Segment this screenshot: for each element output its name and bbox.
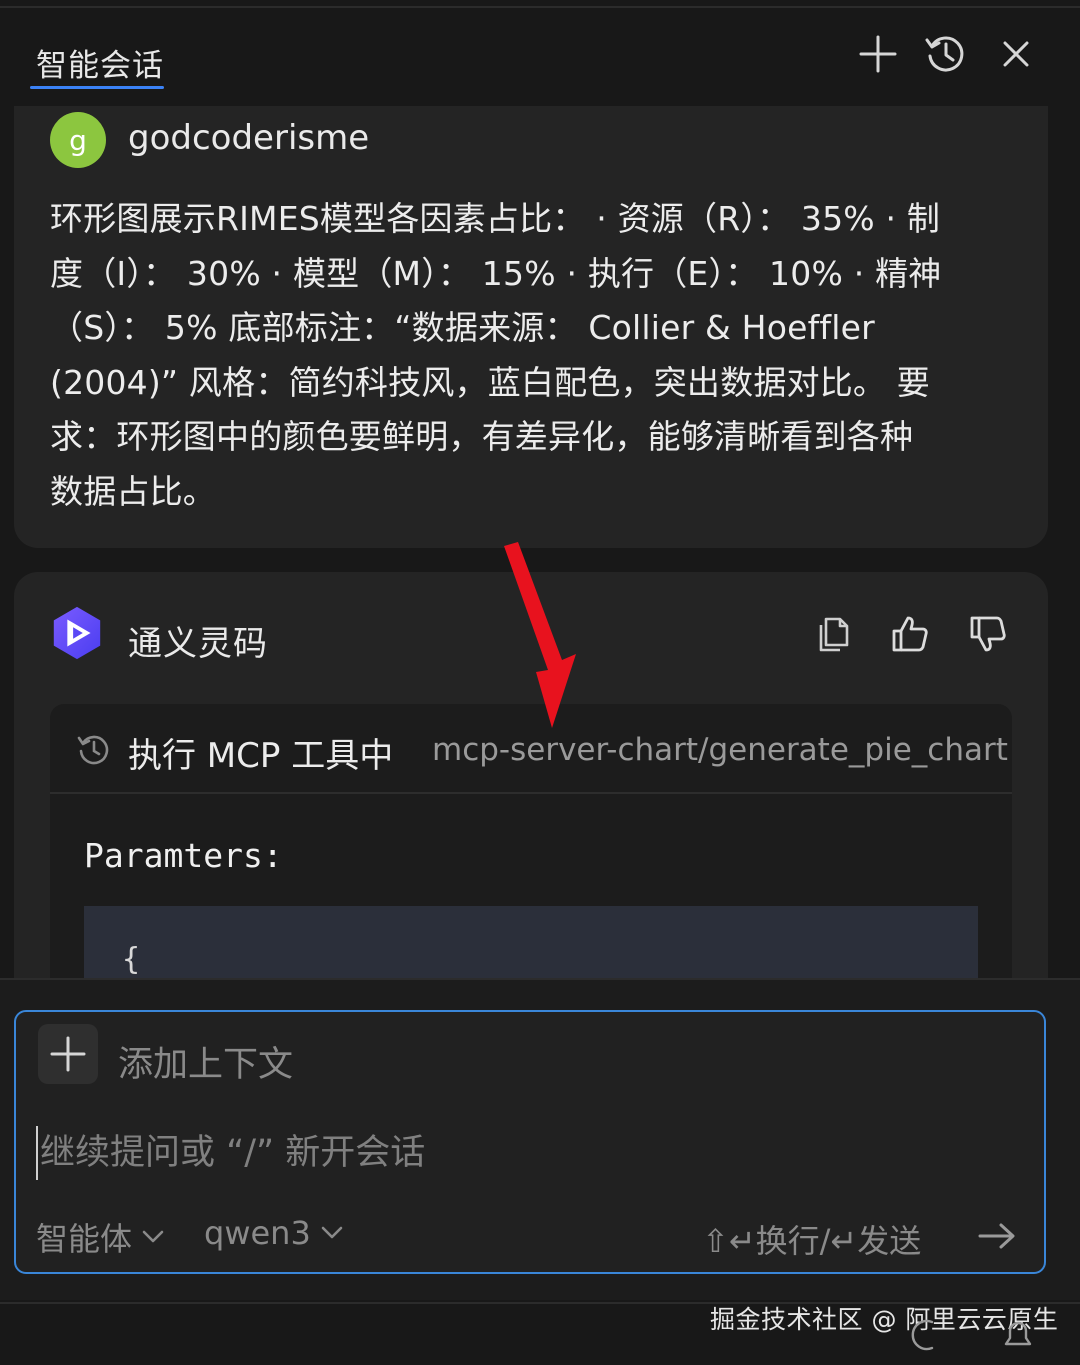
close-icon [1003,41,1029,67]
arrow-right-icon [978,1223,1015,1249]
new-chat-button[interactable] [856,32,900,76]
model-selector-label: qwen3 [204,1214,311,1252]
prompt-input[interactable] [36,1126,1016,1180]
user-message-text: 环形图展示RIMES模型各因素占比： · 资源（R）： 35% · 制 度（I）… [50,192,1020,519]
params-title: Paramters: [84,836,283,875]
panel-header: 智能会话 [0,8,1080,106]
copy-icon [819,617,849,652]
chat-input-panel: 添加上下文 智能体 qwen3 ⇧↵换行/↵发送 [0,980,1080,1300]
add-context-button[interactable] [38,1024,98,1084]
message-line: 环形图展示RIMES模型各因素占比： · 资源（R）： 35% · 制 [50,199,941,238]
send-button[interactable] [974,1214,1020,1258]
model-selector[interactable]: qwen3 [204,1214,343,1252]
tongyi-lingma-logo-icon [53,606,101,660]
history-button[interactable] [924,32,968,76]
message-line: 求：环形图中的颜色要鲜明，有差异化，能够清晰看到各种 [50,417,914,456]
close-button[interactable] [994,32,1038,76]
message-line: （S）： 5% 底部标注：“数据来源： Collier & Hoeffler [50,308,875,347]
running-history-icon [77,735,109,765]
keyboard-hint: ⇧↵换行/↵发送 [702,1222,922,1260]
chevron-down-icon [142,1230,164,1243]
add-context-label[interactable]: 添加上下文 [118,1036,293,1087]
tool-status-label: 执行 MCP 工具中 [128,736,394,776]
user-name: godcoderisme [128,118,370,158]
chevron-down-icon [321,1226,343,1239]
avatar: g [50,112,106,168]
plus-icon [50,1036,86,1072]
assistant-name: 通义灵码 [128,624,268,664]
chat-input-box: 添加上下文 智能体 qwen3 ⇧↵换行/↵发送 [14,1010,1046,1274]
status-ghost-icon [911,1319,934,1351]
thumbs-down-button[interactable] [966,612,1010,656]
code-text: { [122,942,141,977]
bell-icon [1004,1321,1032,1346]
plus-icon [859,35,897,73]
tab-active-indicator [30,86,164,89]
tool-call-panel: 执行 MCP 工具中 mcp-server-chart/generate_pie… [50,704,1012,992]
message-line: 度（I）： 30% · 模型（M）： 15% · 执行（E）： 10% · 精神 [50,253,942,293]
thumbs-up-button[interactable] [888,612,932,656]
tool-name: mcp-server-chart/generate_pie_chart [432,732,1008,768]
message-line: (2004)” 风格：简约科技风，蓝白配色，突出数据对比。 要 [50,362,931,402]
thumbs-up-icon [892,616,928,652]
user-message-card: g godcoderisme 环形图展示RIMES模型各因素占比： · 资源（R… [14,106,1048,548]
tab-smart-chat[interactable]: 智能会话 [36,40,164,85]
agent-selector[interactable]: 智能体 [36,1214,164,1260]
agent-selector-label: 智能体 [36,1220,133,1258]
copy-button[interactable] [812,612,856,656]
thumbs-down-icon [970,616,1006,652]
annotation-arrow-icon [504,542,576,728]
history-icon [925,36,964,72]
message-line: 数据占比。 [50,471,216,511]
